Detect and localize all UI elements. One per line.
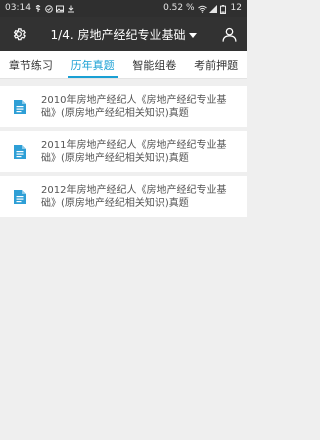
image-icon [55, 5, 64, 13]
battery-icon [219, 4, 228, 14]
exam-list: 2010年房地产经纪人《房地产经纪专业基础》(原房地产经纪相关知识)真题 201… [0, 86, 247, 217]
list-item[interactable]: 2011年房地产经纪人《房地产经纪专业基础》(原房地产经纪相关知识)真题 [0, 131, 247, 172]
tab-smart-paper[interactable]: 智能组卷 [124, 51, 186, 78]
list-item[interactable]: 2010年房地产经纪人《房地产经纪专业基础》(原房地产经纪相关知识)真题 [0, 86, 247, 127]
subject-title: 1/4. 房地产经纪专业基础 [50, 27, 186, 42]
settings-button[interactable] [9, 24, 29, 44]
gear-icon [13, 28, 26, 41]
app-root: 03:14 0.52 % 12 1/4. 房地产经纪专业基础 章节练习 历年真题… [0, 0, 247, 440]
item-title: 2010年房地产经纪人《房地产经纪专业基础》(原房地产经纪相关知识)真题 [41, 94, 227, 119]
tab-label: 历年真题 [70, 58, 115, 72]
tab-past-exams[interactable]: 历年真题 [62, 51, 124, 78]
document-icon [14, 144, 26, 159]
wifi-icon [197, 5, 207, 13]
usb-icon [34, 4, 42, 13]
document-icon [14, 189, 26, 204]
tab-chapter-practice[interactable]: 章节练习 [0, 51, 62, 78]
list-item[interactable]: 2012年房地产经纪人《房地产经纪专业基础》(原房地产经纪相关知识)真题 [0, 176, 247, 217]
tab-bar: 章节练习 历年真题 智能组卷 考前押题 [0, 51, 247, 79]
tab-label: 章节练习 [8, 58, 53, 72]
status-time: 03:14 [5, 3, 31, 13]
subject-selector[interactable]: 1/4. 房地产经纪专业基础 [29, 26, 219, 43]
profile-button[interactable] [219, 24, 239, 44]
tab-predicted-questions[interactable]: 考前押题 [185, 51, 247, 78]
document-icon [14, 99, 26, 114]
download-icon [67, 5, 75, 13]
item-title: 2011年房地产经纪人《房地产经纪专业基础》(原房地产经纪相关知识)真题 [41, 139, 227, 164]
app-header: 1/4. 房地产经纪专业基础 [0, 17, 247, 51]
tab-label: 智能组卷 [132, 58, 177, 72]
signal-icon [208, 4, 217, 13]
caret-down-icon [189, 32, 198, 38]
item-title: 2012年房地产经纪人《房地产经纪专业基础》(原房地产经纪相关知识)真题 [41, 184, 227, 209]
status-bar: 03:14 0.52 % 12 [0, 0, 247, 17]
tab-label: 考前押题 [194, 58, 239, 72]
check-circle-icon [45, 4, 53, 13]
status-battery-level: 12 [230, 3, 242, 13]
user-icon [221, 27, 237, 42]
status-data-rate: 0.52 % [163, 3, 195, 13]
